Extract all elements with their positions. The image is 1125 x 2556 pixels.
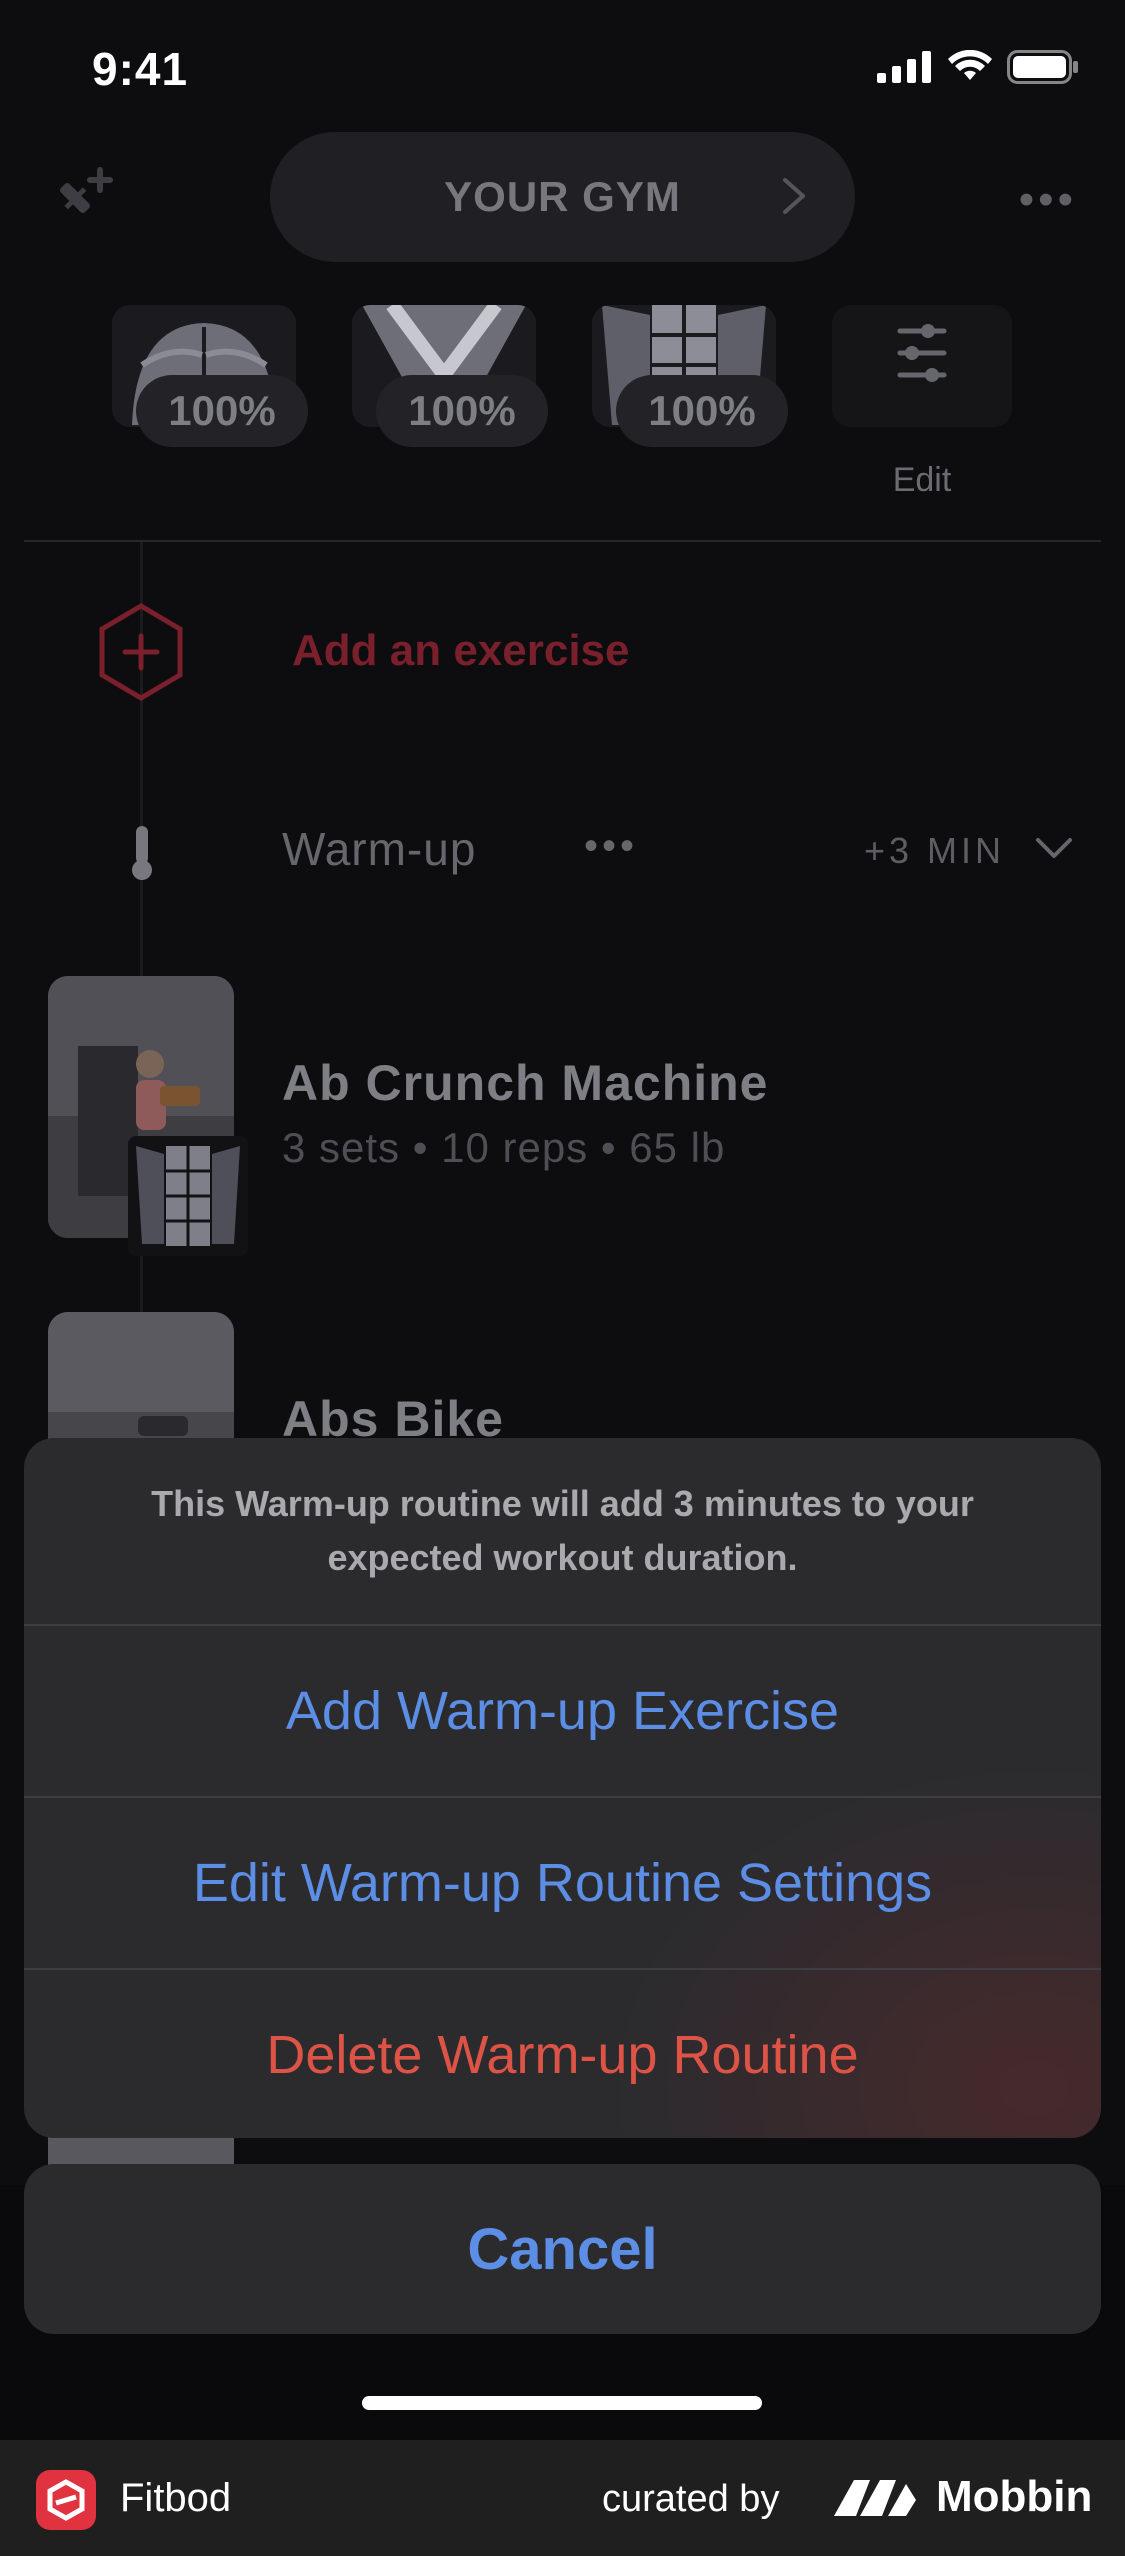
exercise-row[interactable]: Ab Crunch Machine 3 sets • 10 reps • 65 … <box>0 976 1125 1256</box>
cancel-button[interactable]: Cancel <box>24 2164 1101 2334</box>
chevron-down-icon[interactable] <box>1034 836 1074 862</box>
more-options-icon[interactable]: ••• <box>1019 178 1077 222</box>
warmup-label: Warm-up <box>282 823 477 875</box>
battery-icon <box>1007 50 1078 84</box>
curated-by-label: curated by <box>602 2478 780 2520</box>
warmup-row[interactable]: Warm-up ••• +3 MIN <box>0 810 1125 890</box>
muscle-recovery-row: 100% 100% 100% Edit <box>0 305 1125 505</box>
sliders-icon <box>897 324 947 382</box>
abs-recovery-badge: 100% <box>616 375 788 447</box>
wifi-icon <box>948 50 992 80</box>
chevron-right-icon <box>783 178 805 214</box>
delete-warmup-routine-button[interactable]: Delete Warm-up Routine <box>24 1970 1101 2138</box>
status-icons <box>877 50 1079 84</box>
chest-recovery-badge: 100% <box>136 375 308 447</box>
add-exercise-link[interactable]: Add an exercise <box>292 626 630 676</box>
edit-warmup-settings-button[interactable]: Edit Warm-up Routine Settings <box>24 1798 1101 1968</box>
cellular-signal-icon <box>877 51 931 83</box>
exercise-name: Ab Crunch Machine <box>282 1055 769 1111</box>
add-exercise-hexagon-icon[interactable] <box>96 602 186 702</box>
status-bar: 9:41 <box>0 0 1125 140</box>
add-warmup-exercise-button[interactable]: Add Warm-up Exercise <box>24 1626 1101 1796</box>
edit-muscles-button[interactable] <box>832 305 1012 427</box>
fitbod-logo-icon <box>36 2470 96 2530</box>
action-sheet: This Warm-up routine will add 3 minutes … <box>24 1438 1101 2138</box>
attribution-footer: Fitbod curated by Mobbin <box>0 2440 1125 2556</box>
app-header: YOUR GYM ••• <box>0 130 1125 270</box>
warmup-duration: +3 MIN <box>864 830 1006 871</box>
app-name: Fitbod <box>120 2476 232 2520</box>
mobbin-logo-icon <box>834 2480 916 2516</box>
gym-name: YOUR GYM <box>444 173 681 220</box>
add-equipment-icon[interactable] <box>52 166 116 230</box>
thermometer-icon <box>132 826 152 880</box>
brand-name: Mobbin <box>936 2472 1093 2521</box>
status-time: 9:41 <box>92 43 189 95</box>
warmup-more-icon[interactable]: ••• <box>584 824 638 869</box>
action-sheet-message: This Warm-up routine will add 3 minutes … <box>151 1483 974 1578</box>
gym-selector-button[interactable]: YOUR GYM <box>270 132 855 262</box>
exercise-muscle-icon <box>128 1136 248 1256</box>
exercise-detail: 3 sets • 10 reps • 65 lb <box>282 1124 726 1171</box>
back-recovery-badge: 100% <box>376 375 548 447</box>
edit-label: Edit <box>892 461 952 499</box>
home-indicator[interactable] <box>362 2396 762 2410</box>
section-divider <box>24 540 1101 542</box>
